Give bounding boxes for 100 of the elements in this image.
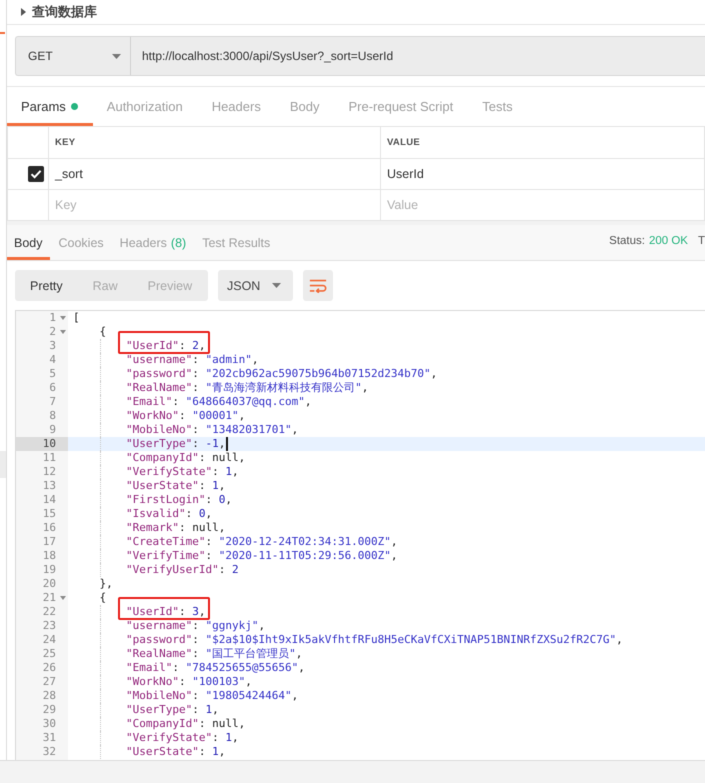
code-line: "Email": "648664037@qq.com", [126, 395, 312, 408]
response-tab[interactable]: Headers (8) [112, 225, 194, 260]
fold-caret-icon[interactable] [60, 316, 66, 320]
code-line: "Remark": null, [126, 521, 226, 534]
code-line: "Email": "784525655@55656", [126, 661, 305, 674]
line-number: 11 [42, 451, 57, 465]
sidebar-item-edge [0, 451, 6, 478]
code-line: "WorkNo": "100103", [126, 675, 252, 688]
code-line: "WorkNo": "00001", [126, 409, 246, 422]
response-tab[interactable]: Test Results [195, 225, 278, 260]
code-line: "CompanyId": null, [126, 717, 246, 730]
status-label: Status: [609, 234, 645, 246]
code-line: "FirstLogin": 0, [126, 493, 232, 506]
param-key[interactable]: _sort [55, 167, 83, 181]
code-line: }, [100, 577, 113, 590]
line-number: 2 [48, 325, 57, 339]
wrap-lines-button[interactable] [303, 270, 333, 301]
line-number: 17 [42, 535, 57, 549]
line-number: 14 [42, 493, 57, 507]
caret-down-icon [112, 54, 121, 58]
checkbox[interactable] [28, 166, 44, 182]
view-mode-button[interactable]: Pretty [15, 270, 78, 301]
wrap-lines-icon [309, 278, 327, 292]
column-header: VALUE [387, 137, 420, 148]
request-tab[interactable]: Authorization [92, 87, 198, 126]
view-mode-button[interactable]: Raw [78, 270, 133, 301]
truncated-label: T [698, 234, 705, 246]
line-number: 1 [48, 311, 57, 325]
key-input-field[interactable]: Key [49, 190, 380, 220]
response-tab[interactable]: Body [7, 225, 50, 260]
code-line: "username": "admin", [126, 353, 258, 366]
line-number: 31 [42, 731, 57, 745]
line-number: 24 [42, 633, 57, 647]
line-number: 6 [48, 381, 57, 395]
view-mode-button[interactable]: Preview [132, 270, 208, 301]
request-title: 查询数据库 [32, 3, 97, 21]
status-value: 200 OK [648, 234, 688, 246]
line-number: 10 [16, 437, 68, 451]
code-line: { [100, 325, 106, 338]
caret-right-icon[interactable] [21, 8, 26, 16]
line-number: 27 [42, 675, 57, 689]
format-dropdown[interactable]: JSON [218, 270, 293, 301]
code-line: "CreateTime": "2020-12-24T02:34:31.000Z", [126, 535, 398, 548]
line-number: 9 [48, 423, 57, 437]
request-tab[interactable]: Pre-request Script [334, 87, 468, 126]
code-line: "username": "ggnykj", [126, 619, 266, 632]
code-line: { [100, 591, 106, 604]
line-number: 21 [42, 591, 57, 605]
line-number: 18 [42, 549, 57, 563]
line-number: 20 [42, 577, 57, 591]
line-number: 7 [48, 395, 57, 409]
fold-caret-icon[interactable] [60, 330, 66, 334]
line-number: 30 [42, 717, 57, 731]
request-tab[interactable]: Body [276, 87, 334, 126]
line-number: 25 [42, 647, 57, 661]
selection-marker [0, 32, 5, 34]
request-tab[interactable]: Headers [198, 87, 276, 126]
caret-down-icon [272, 283, 281, 288]
line-number: 28 [42, 689, 57, 703]
response-tab[interactable]: Cookies [52, 225, 111, 260]
code-line: "UserType": 1, [126, 703, 219, 716]
code-line: "VerifyState": 1, [126, 731, 239, 744]
code-line: "RealName": "青岛海湾新材料科技有限公司", [126, 381, 368, 394]
param-value[interactable]: UserId [387, 167, 424, 181]
code-line: "UserType": -1, [126, 437, 226, 450]
code-line: "VerifyTime": "2020-11-11T05:29:56.000Z", [126, 549, 398, 562]
code-line: "UserState": 1, [126, 479, 226, 492]
line-number: 22 [42, 605, 57, 619]
header-count: (8) [170, 236, 186, 250]
line-number: 15 [42, 507, 57, 521]
line-number: 13 [42, 479, 57, 493]
value-input-field[interactable]: Value [381, 190, 704, 220]
line-number: 23 [42, 619, 57, 633]
column-header: KEY [55, 137, 76, 148]
code-line: "UserState": 1, [126, 745, 226, 758]
code-line: "Isvalid": 0, [126, 507, 212, 520]
code-line: "UserId": 3, [126, 605, 206, 618]
url-field[interactable]: http://localhost:3000/api/SysUser?_sort=UserId [131, 36, 705, 76]
code-line: "UserId": 2, [126, 339, 206, 352]
code-line: "VerifyUserId": 2 [126, 563, 239, 576]
request-tab[interactable]: Tests [468, 87, 528, 126]
code-line: "password": "202cb962ac59075b964b07152d234b70", [126, 367, 438, 380]
line-number: 3 [48, 339, 57, 353]
line-number: 12 [42, 465, 57, 479]
line-number: 19 [42, 563, 57, 577]
code-line: "CompanyId": null, [126, 451, 246, 464]
code-line: "RealName": "国工平台管理员", [126, 647, 302, 660]
code-line: "password": "$2a$10$Iht9xIk5akVfhtfRFu8H5eCKaVfCXiTNAP51BNINRfZXSu2fR2C7G", [126, 633, 623, 646]
code-line: "MobileNo": "13482031701", [126, 423, 298, 436]
method-dropdown[interactable]: GET [15, 36, 131, 76]
line-number: 32 [42, 745, 57, 759]
request-tab[interactable]: Params [7, 87, 93, 126]
text-cursor [226, 437, 228, 451]
line-number: 8 [48, 409, 57, 423]
line-number: 29 [42, 703, 57, 717]
fold-caret-icon[interactable] [60, 596, 66, 600]
line-number: 16 [42, 521, 57, 535]
line-number: 4 [48, 353, 57, 367]
line-number: 5 [48, 367, 57, 381]
code-line: [ [73, 311, 80, 324]
